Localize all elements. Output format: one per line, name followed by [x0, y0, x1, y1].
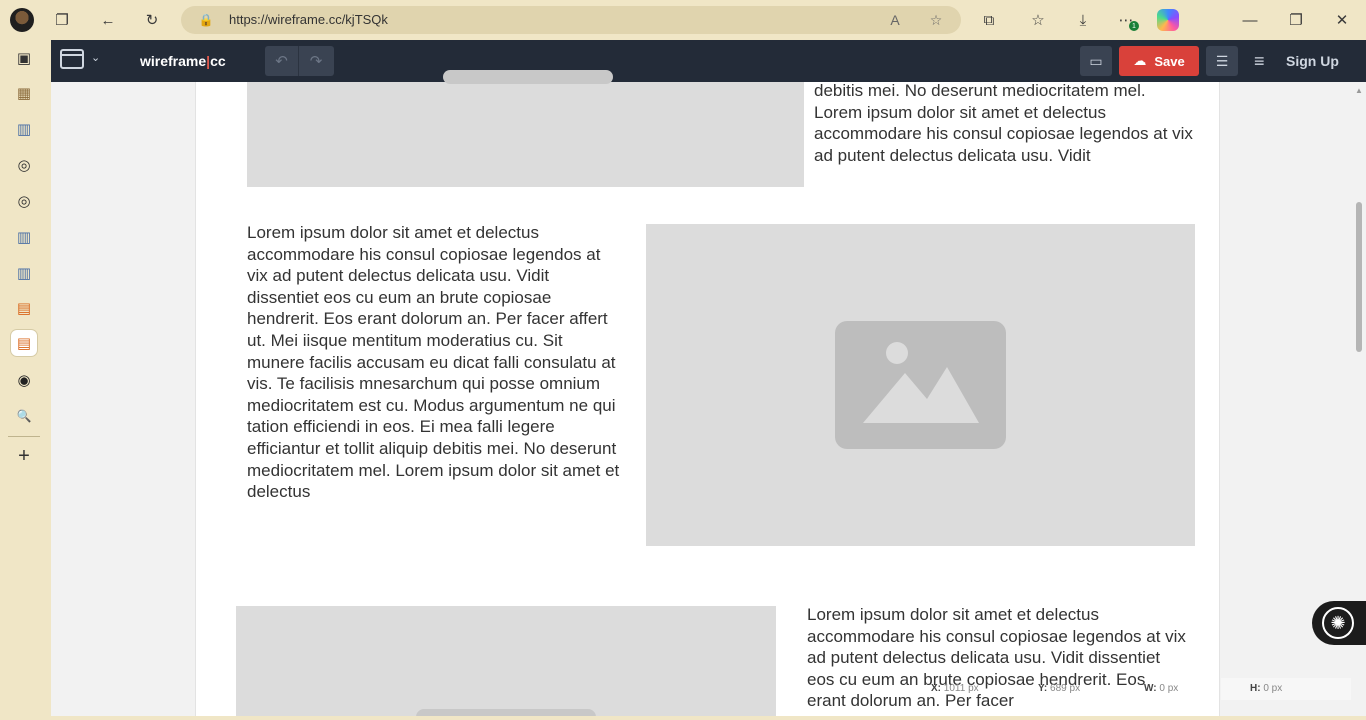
- chart-icon[interactable]: ▥: [11, 224, 37, 250]
- cloud-upload-icon: ☁: [1133, 53, 1147, 68]
- brand-logo[interactable]: wireframe|cc: [140, 53, 226, 69]
- assistant-button[interactable]: ✺: [1312, 601, 1366, 645]
- globe-icon[interactable]: ◉: [11, 367, 37, 393]
- x-readout: X: 1011 px: [931, 683, 979, 694]
- downloads-icon[interactable]: ⤓: [1071, 8, 1095, 32]
- restore-icon[interactable]: ❐: [1284, 8, 1308, 32]
- mountain-image-icon: [863, 342, 979, 423]
- calendar-icon[interactable]: ▦: [11, 80, 37, 106]
- sign-up-link[interactable]: Sign Up: [1286, 53, 1339, 69]
- text-block[interactable]: Lorem ipsum dolor sit amet et delectus a…: [247, 222, 622, 503]
- chart-icon[interactable]: ▥: [11, 260, 37, 286]
- extensions-icon[interactable]: ⧉: [977, 8, 1001, 32]
- scroll-thumb[interactable]: [1356, 202, 1362, 352]
- undo-icon[interactable]: ↶: [265, 46, 299, 76]
- chevron-down-icon[interactable]: ⌄: [91, 51, 100, 64]
- browser-window-icon[interactable]: ▤: [11, 295, 37, 321]
- x-value: 1011 px: [943, 683, 979, 694]
- comment-button[interactable]: ▭: [1080, 46, 1112, 76]
- brand-suffix: cc: [210, 53, 226, 69]
- app-header: ⌄ wireframe|cc ↶ ↷ ▭ ☁ Save ☰ ≡ Sign Up: [51, 40, 1366, 82]
- sliders-icon: ☰: [1215, 52, 1229, 69]
- redo-icon[interactable]: ↷: [299, 46, 333, 76]
- sidebar-divider: [8, 436, 40, 437]
- browser-sidebar: ▣ ▦ ▥ ◎ ◎ ▥ ▥ ▤ ▤ ◉ 🔍 +: [0, 40, 50, 720]
- search-icon[interactable]: 🔍: [11, 403, 37, 429]
- h-readout: H: 0 px: [1250, 683, 1282, 694]
- wireframe-canvas[interactable]: debitis mei. No deserunt mediocritatem m…: [195, 70, 1220, 716]
- close-icon[interactable]: ✕: [1330, 8, 1354, 32]
- back-icon[interactable]: ←: [96, 8, 120, 32]
- lock-icon: 🔒: [198, 13, 214, 27]
- undo-redo-group: ↶ ↷: [265, 46, 334, 76]
- comment-icon: ▭: [1089, 52, 1103, 69]
- save-label: Save: [1154, 53, 1185, 69]
- x-label: X:: [931, 683, 941, 694]
- h-label: H:: [1250, 683, 1261, 694]
- w-value: 0 px: [1159, 683, 1179, 694]
- text-block[interactable]: Lorem ipsum dolor sit amet et delectus a…: [807, 604, 1187, 712]
- image-placeholder[interactable]: [236, 606, 776, 716]
- favorites-icon[interactable]: ☆: [1026, 8, 1050, 32]
- image-placeholder-edge: [416, 709, 596, 716]
- minimize-icon[interactable]: —: [1238, 8, 1262, 32]
- settings-button[interactable]: ☰: [1206, 46, 1238, 76]
- browser-window-icon[interactable]: [60, 49, 84, 69]
- w-label: W:: [1144, 683, 1157, 694]
- image-icon: [835, 321, 1006, 449]
- globe-icon[interactable]: ◎: [11, 188, 37, 214]
- read-aloud-icon[interactable]: A: [885, 10, 905, 30]
- image-placeholder[interactable]: [646, 224, 1195, 546]
- browser-toolbar: ❐ ← ↻ 🔒 https://wireframe.cc/kjTSQk A ☆ …: [0, 0, 1366, 40]
- y-readout: Y: 689 px: [1038, 683, 1080, 694]
- url-text[interactable]: https://wireframe.cc/kjTSQk: [229, 12, 388, 27]
- browser-window-icon[interactable]: ▤: [11, 330, 37, 356]
- h-value: 0 px: [1263, 683, 1283, 694]
- wireframe-app: ⌄ wireframe|cc ↶ ↷ ▭ ☁ Save ☰ ≡ Sign Up d…: [51, 40, 1366, 716]
- w-readout: W: 0 px: [1144, 683, 1178, 694]
- profile-avatar[interactable]: [10, 8, 34, 32]
- hamburger-menu-icon[interactable]: ≡: [1254, 51, 1265, 72]
- y-value: 689 px: [1050, 683, 1081, 694]
- scroll-up-icon[interactable]: ▲: [1355, 86, 1363, 95]
- openai-logo-icon: ✺: [1322, 607, 1354, 639]
- chart-icon[interactable]: ▥: [11, 116, 37, 142]
- save-button[interactable]: ☁ Save: [1119, 46, 1199, 76]
- image-placeholder-edge: [443, 70, 613, 84]
- add-icon[interactable]: +: [11, 443, 37, 469]
- refresh-icon[interactable]: ↻: [140, 8, 164, 32]
- favorite-star-icon[interactable]: ☆: [926, 10, 946, 30]
- image-placeholder[interactable]: [247, 70, 804, 187]
- download-badge: 1: [1129, 21, 1139, 31]
- brand-name: wireframe: [140, 53, 207, 69]
- text-block[interactable]: debitis mei. No deserunt mediocritatem m…: [814, 80, 1194, 166]
- globe-icon[interactable]: ◎: [11, 152, 37, 178]
- copilot-icon[interactable]: [1157, 9, 1179, 31]
- tabs-icon[interactable]: ▣: [11, 45, 37, 71]
- status-box: [1221, 678, 1351, 700]
- y-label: Y:: [1038, 683, 1048, 694]
- address-bar[interactable]: 🔒 https://wireframe.cc/kjTSQk A ☆: [181, 6, 961, 34]
- workspaces-icon[interactable]: ❐: [50, 8, 74, 32]
